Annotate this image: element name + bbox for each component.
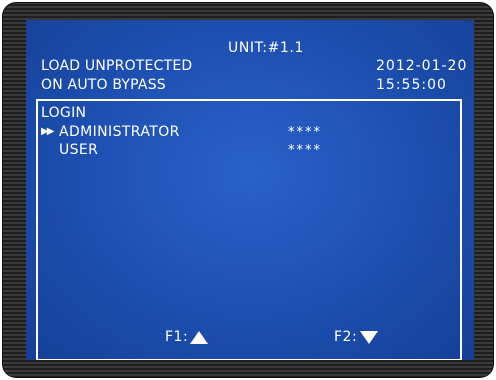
date-display: 2012-01-20 xyxy=(376,58,468,74)
f1-up-key[interactable]: F1: xyxy=(165,327,209,347)
lcd-screen: UNIT:#1.1 LOAD UNPROTECTED ON AUTO BYPAS… xyxy=(26,20,474,360)
f1-label: F1: xyxy=(165,329,189,345)
device-bezel: UNIT:#1.1 LOAD UNPROTECTED ON AUTO BYPAS… xyxy=(2,2,494,378)
menu-item-label: USER xyxy=(59,142,99,158)
f2-down-key[interactable]: F2: xyxy=(334,327,379,347)
status-header: UNIT:#1.1 LOAD UNPROTECTED ON AUTO BYPAS… xyxy=(26,20,474,97)
time-display: 15:55:00 xyxy=(376,77,447,93)
triangle-down-icon xyxy=(360,330,379,344)
status-line-bypass: ON AUTO BYPASS xyxy=(41,77,166,93)
password-mask: **** xyxy=(288,143,322,158)
f2-label: F2: xyxy=(334,329,358,345)
password-mask: **** xyxy=(288,125,322,140)
triangle-up-icon xyxy=(190,330,209,344)
selection-cursor-icon: ▶▶ xyxy=(41,126,54,137)
menu-item-user[interactable]: USER **** xyxy=(41,142,421,160)
menu-title: LOGIN xyxy=(41,105,87,121)
unit-label: UNIT:#1.1 xyxy=(228,40,304,56)
menu-item-administrator[interactable]: ▶▶ ADMINISTRATOR **** xyxy=(41,124,421,142)
login-menu-panel: LOGIN ▶▶ ADMINISTRATOR **** USER **** F1… xyxy=(36,99,462,360)
status-line-load: LOAD UNPROTECTED xyxy=(41,58,193,74)
menu-item-label: ADMINISTRATOR xyxy=(59,124,180,140)
